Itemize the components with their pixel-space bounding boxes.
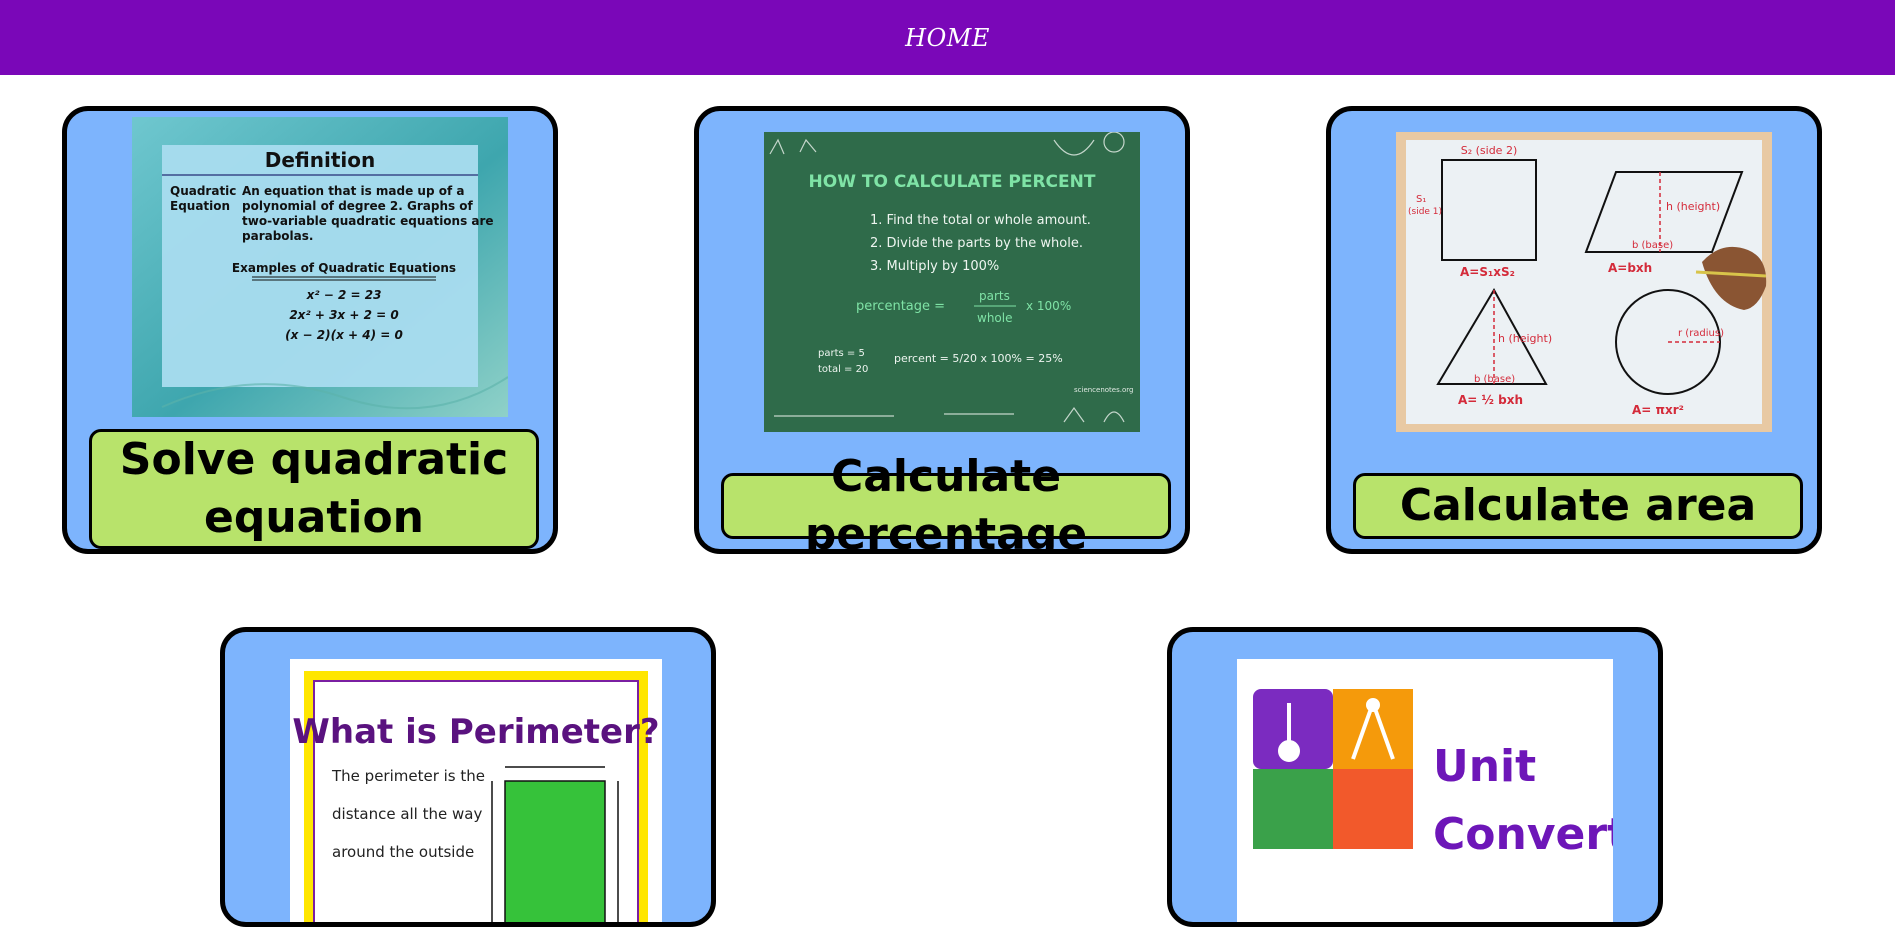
- svg-text:percent = 5/20 x 100% = 25%: percent = 5/20 x 100% = 25%: [894, 352, 1063, 365]
- card-calculate-percentage[interactable]: HOW TO CALCULATE PERCENT 1. Find the tot…: [694, 106, 1190, 554]
- svg-text:(side 1): (side 1): [1408, 207, 1442, 217]
- svg-text:(x − 2)(x + 4) = 0: (x − 2)(x + 4) = 0: [285, 328, 403, 342]
- percent-thumbnail: HOW TO CALCULATE PERCENT 1. Find the tot…: [764, 132, 1140, 432]
- perimeter-title: What is Perimeter?: [292, 712, 659, 752]
- perimeter-thumbnail: What is Perimeter? The perimeter is the …: [290, 659, 662, 922]
- svg-text:A=S₁xS₂: A=S₁xS₂: [1460, 265, 1515, 279]
- svg-text:Unit: Unit: [1433, 741, 1536, 792]
- solve-quadratic-label[interactable]: Solve quadratic equation: [89, 429, 539, 549]
- svg-text:S₂ (side 2): S₂ (side 2): [1461, 144, 1518, 157]
- svg-text:distance all the way: distance all the way: [332, 805, 482, 823]
- svg-text:b (base): b (base): [1474, 374, 1515, 385]
- svg-text:h (height): h (height): [1498, 332, 1552, 345]
- top-nav-bar: HOME: [0, 0, 1895, 75]
- svg-text:2x² + 3x + 2 = 0: 2x² + 3x + 2 = 0: [289, 308, 398, 322]
- svg-text:A= πxr²: A= πxr²: [1632, 403, 1684, 417]
- svg-text:x² − 2 = 23: x² − 2 = 23: [306, 288, 382, 302]
- svg-text:3. Multiply by 100%: 3. Multiply by 100%: [870, 259, 999, 274]
- svg-text:percentage =: percentage =: [856, 299, 945, 314]
- svg-text:S₁: S₁: [1416, 194, 1426, 205]
- calculate-area-label[interactable]: Calculate area: [1353, 473, 1803, 539]
- card-perimeter[interactable]: What is Perimeter? The perimeter is the …: [220, 627, 716, 927]
- percent-title: HOW TO CALCULATE PERCENT: [809, 172, 1096, 192]
- term-line-2: Equation: [170, 199, 230, 213]
- svg-text:A=bxh: A=bxh: [1608, 261, 1652, 275]
- svg-text:parabolas.: parabolas.: [242, 229, 313, 243]
- card-solve-quadratic[interactable]: Definition Quadratic Equation An equatio…: [62, 106, 558, 554]
- svg-text:An equation that is made up of: An equation that is made up of a: [242, 184, 464, 198]
- svg-text:parts: parts: [979, 289, 1010, 303]
- svg-text:parts = 5: parts = 5: [818, 348, 865, 359]
- svg-text:r (radius): r (radius): [1678, 328, 1724, 339]
- svg-text:The perimeter is the: The perimeter is the: [331, 767, 485, 785]
- svg-text:b (base): b (base): [1632, 240, 1673, 251]
- svg-text:A= ½ bxh: A= ½ bxh: [1458, 393, 1523, 407]
- svg-text:x 100%: x 100%: [1026, 299, 1071, 313]
- svg-text:two-variable quadratic equatio: two-variable quadratic equations are: [242, 214, 494, 228]
- svg-text:h (height): h (height): [1666, 200, 1720, 213]
- examples-heading: Examples of Quadratic Equations: [232, 261, 456, 275]
- card-unit-converter[interactable]: Unit Converter: [1167, 627, 1663, 927]
- svg-text:around the outside: around the outside: [332, 843, 474, 861]
- quadratic-thumbnail: Definition Quadratic Equation An equatio…: [132, 117, 508, 417]
- svg-text:total = 20: total = 20: [818, 364, 868, 375]
- home-link[interactable]: HOME: [905, 24, 990, 52]
- svg-text:sciencenotes.org: sciencenotes.org: [1074, 386, 1133, 394]
- svg-text:polynomial of degree 2. Graphs: polynomial of degree 2. Graphs of: [242, 199, 474, 213]
- calculate-percentage-label[interactable]: Calculate percentage: [721, 451, 1171, 549]
- unit-converter-thumbnail: Unit Converter: [1237, 659, 1613, 922]
- term-line-1: Quadratic: [170, 184, 236, 198]
- svg-text:whole: whole: [977, 311, 1012, 325]
- svg-text:1. Find the total or whole am: 1. Find the total or whole amount.: [870, 213, 1091, 228]
- svg-text:2. Divide the parts by the wh: 2. Divide the parts by the whole.: [870, 236, 1083, 251]
- definition-title: Definition: [265, 148, 375, 172]
- area-thumbnail: S₂ (side 2) S₁ (side 1) A=S₁xS₂ h (heigh…: [1396, 132, 1772, 432]
- svg-text:Converter: Converter: [1433, 809, 1613, 860]
- card-calculate-area[interactable]: S₂ (side 2) S₁ (side 1) A=S₁xS₂ h (heigh…: [1326, 106, 1822, 554]
